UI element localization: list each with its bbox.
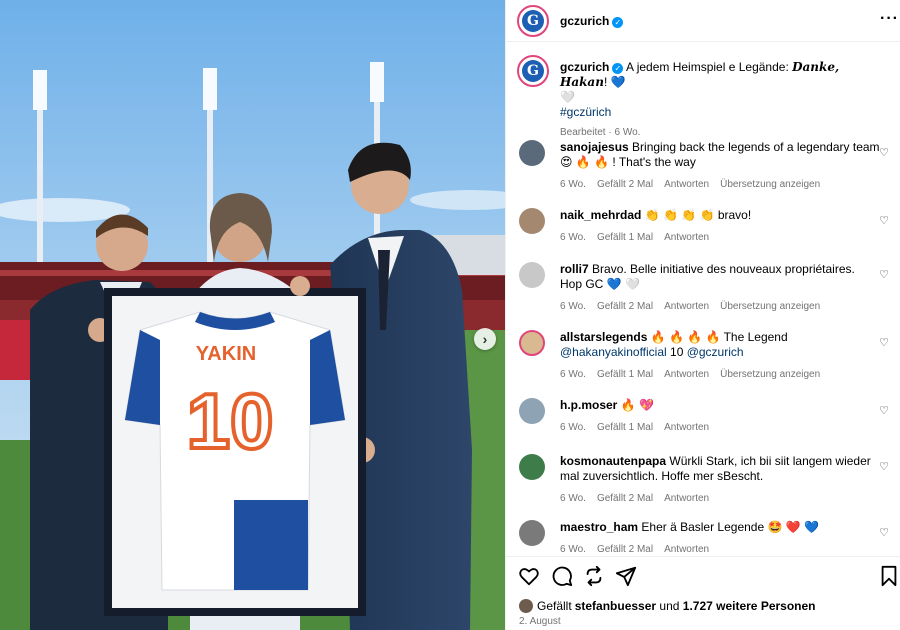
comment-username[interactable]: h.p.moser — [560, 398, 617, 412]
heart-icon[interactable]: ♡ — [879, 404, 889, 417]
translate-button[interactable]: Übersetzung anzeigen — [720, 301, 820, 312]
liker-username[interactable]: stefanbuesser — [575, 599, 656, 613]
caption-text: A jedem Heimspiel e Legände: — [626, 60, 793, 74]
post-photo[interactable]: YAKIN 10 › — [0, 0, 505, 630]
post-side-panel: G gczurich ✓ ··· G gczurich ✓ A jedem Heim… — [505, 0, 900, 630]
heart-icon[interactable]: ♡ — [879, 268, 889, 281]
heart-icon[interactable] — [518, 565, 540, 587]
mention-link[interactable]: @gczurich — [687, 345, 744, 359]
caption-meta: Bearbeitet · 6 Wo. — [560, 127, 641, 138]
comment-username[interactable]: kosmonautenpapa — [560, 454, 666, 468]
verified-icon: ✓ — [612, 63, 624, 74]
translate-button[interactable]: Übersetzung anzeigen — [720, 179, 820, 190]
comment-time: 6 Wo. — [560, 301, 586, 312]
reply-button[interactable]: Antworten — [664, 544, 709, 555]
comment-username[interactable]: rolli7 — [560, 262, 589, 276]
comment-text: 🔥 💖 — [620, 398, 654, 412]
comment-icon[interactable] — [551, 565, 573, 587]
caption-avatar[interactable]: G — [517, 55, 549, 87]
comment-likes[interactable]: Gefällt 2 Mal — [597, 544, 653, 555]
caption-hashtag[interactable]: #gczürich — [560, 105, 885, 120]
reply-button[interactable]: Antworten — [664, 232, 709, 243]
likes-count[interactable]: 1.727 weitere Personen — [683, 599, 816, 613]
caption-username[interactable]: gczurich — [560, 60, 609, 74]
reply-button[interactable]: Antworten — [664, 369, 709, 380]
comment-text: Eher ä Basler Legende 🤩 ❤️ 💙 — [641, 520, 819, 534]
heart-icon[interactable]: ♡ — [879, 526, 889, 539]
comment-time: 6 Wo. — [560, 493, 586, 504]
comment-time: 6 Wo. — [560, 179, 586, 190]
reply-button[interactable]: Antworten — [664, 179, 709, 190]
profile-username[interactable]: gczurich — [560, 14, 609, 28]
comment-avatar[interactable] — [519, 454, 545, 480]
comment-time: 6 Wo. — [560, 369, 586, 380]
comment-avatar[interactable] — [519, 520, 545, 546]
comment-time: 6 Wo. — [560, 544, 586, 555]
comment-time: 6 Wo. — [560, 232, 586, 243]
reply-button[interactable]: Antworten — [664, 422, 709, 433]
share-icon[interactable] — [583, 565, 605, 587]
heart-icon[interactable]: ♡ — [879, 214, 889, 227]
comment-username[interactable]: naik_mehrdad — [560, 208, 641, 222]
comment-likes[interactable]: Gefällt 1 Mal — [597, 232, 653, 243]
jersey-number: 10 — [187, 377, 274, 465]
post-header: G gczurich ✓ ··· — [506, 0, 900, 42]
post-caption: gczurich ✓ A jedem Heimspiel e Legände: D… — [560, 60, 885, 140]
post-date[interactable]: 2. August — [519, 616, 561, 627]
comment-avatar[interactable] — [519, 262, 545, 288]
comment-likes[interactable]: Gefällt 2 Mal — [597, 493, 653, 504]
comment-avatar[interactable] — [519, 398, 545, 424]
caption-line2: 🤍 — [560, 90, 575, 104]
comment-text: 👏 👏 👏 👏 bravo! — [644, 208, 752, 222]
chevron-right-icon[interactable]: › — [474, 328, 496, 350]
bookmark-icon[interactable] — [878, 565, 900, 587]
comment-avatar[interactable] — [519, 140, 545, 166]
heart-icon[interactable]: ♡ — [879, 336, 889, 349]
send-icon[interactable] — [615, 565, 637, 587]
jersey-name: YAKIN — [196, 343, 256, 365]
comment-avatar[interactable] — [519, 330, 545, 356]
heart-icon[interactable]: ♡ — [879, 460, 889, 473]
reply-button[interactable]: Antworten — [664, 493, 709, 504]
comment-username[interactable]: maestro_ham — [560, 520, 638, 534]
verified-icon: ✓ — [612, 17, 624, 28]
translate-button[interactable]: Übersetzung anzeigen — [720, 369, 820, 380]
liker-avatar[interactable] — [519, 599, 533, 613]
comment-avatar[interactable] — [519, 208, 545, 234]
comment-likes[interactable]: Gefällt 2 Mal — [597, 301, 653, 312]
reply-button[interactable]: Antworten — [664, 301, 709, 312]
comment-username[interactable]: sanojajesus — [560, 140, 629, 154]
comment-text: Bravo. Belle initiative des nouveaux pro… — [560, 262, 855, 291]
comment-text: 🔥 🔥 🔥 🔥 The Legend — [650, 330, 788, 344]
more-icon[interactable]: ··· — [880, 10, 899, 28]
likes-summary: Gefällt stefanbuesser und 1.727 weitere … — [519, 599, 816, 613]
comment-username[interactable]: allstarslegends — [560, 330, 647, 344]
comment-likes[interactable]: Gefällt 2 Mal — [597, 179, 653, 190]
comment-likes[interactable]: Gefällt 1 Mal — [597, 369, 653, 380]
post-actions: Gefällt stefanbuesser und 1.727 weitere … — [506, 556, 900, 630]
mention-link[interactable]: @hakanyakinofficial — [560, 345, 667, 359]
instagram-post: YAKIN 10 › G gczurich ✓ ··· G gczurich ✓ A… — [0, 0, 900, 630]
comment-likes[interactable]: Gefällt 1 Mal — [597, 422, 653, 433]
profile-avatar[interactable]: G — [517, 5, 549, 37]
comment-time: 6 Wo. — [560, 422, 586, 433]
heart-icon[interactable]: ♡ — [879, 146, 889, 159]
